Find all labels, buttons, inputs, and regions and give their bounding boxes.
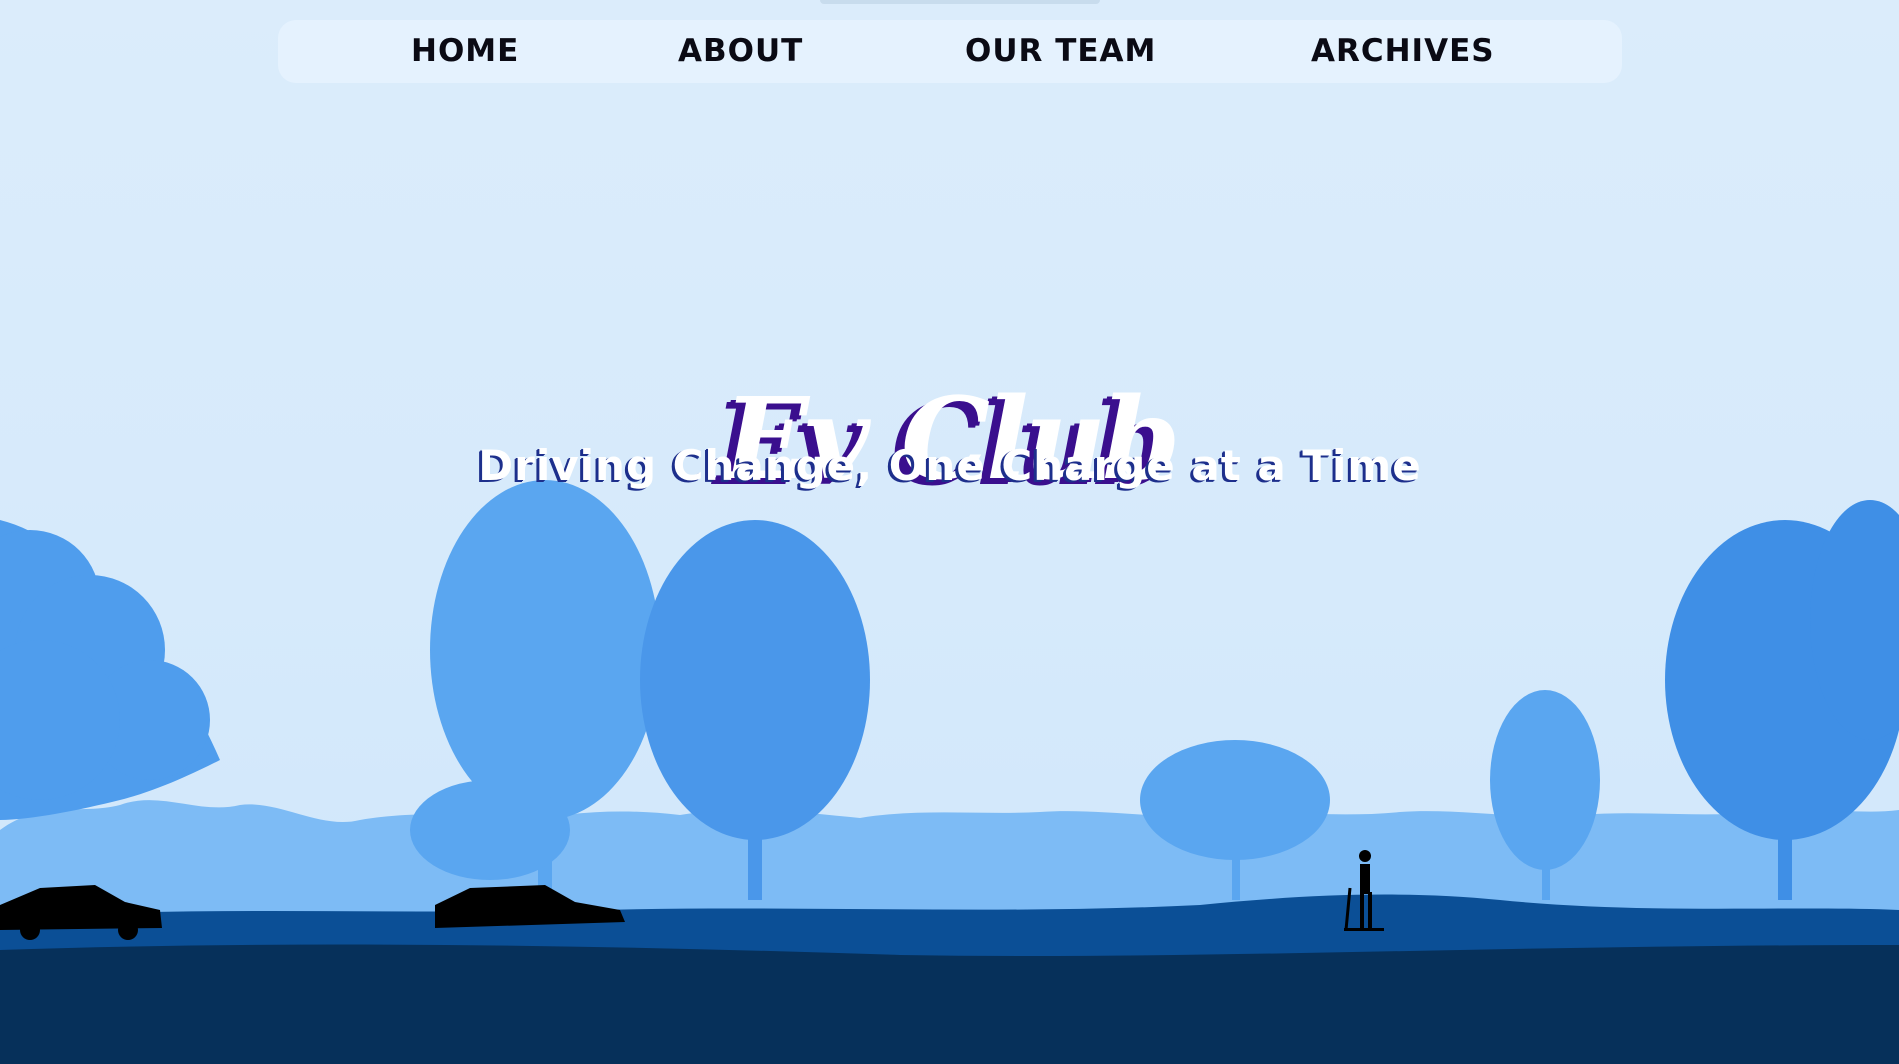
hero-tagline: Driving Change, One Charge at a Time xyxy=(478,441,1422,490)
main-navbar: HOME ABOUT OUR TEAM ARCHIVES xyxy=(278,20,1622,83)
nav-our-team[interactable]: OUR TEAM xyxy=(965,20,1156,83)
nav-archives[interactable]: ARCHIVES xyxy=(1311,20,1495,83)
ground-dark xyxy=(0,944,1899,1064)
tree-left xyxy=(0,520,220,820)
nav-home[interactable]: HOME xyxy=(411,20,519,83)
page: HOME ABOUT OUR TEAM ARCHIVES Ev Club Dri… xyxy=(0,0,1899,1064)
top-tab xyxy=(820,0,1100,4)
landscape-illustration xyxy=(0,480,1899,1064)
nav-about[interactable]: ABOUT xyxy=(678,20,803,83)
